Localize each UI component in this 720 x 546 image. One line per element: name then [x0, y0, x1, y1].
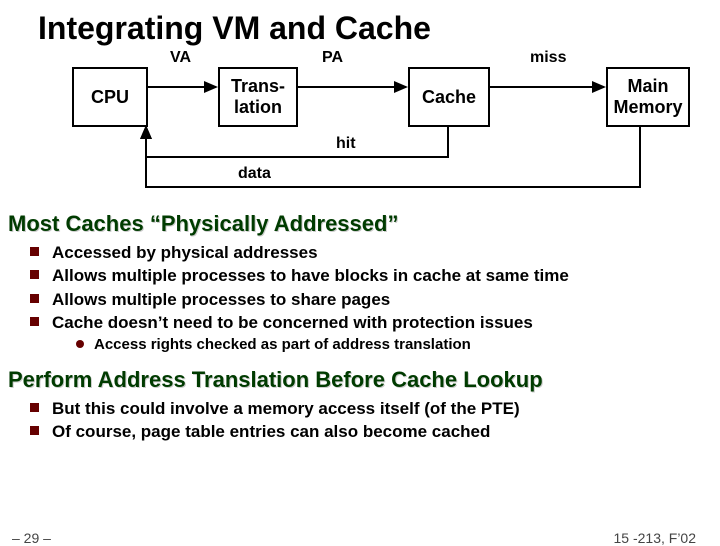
- section1-heading: Most Caches “Physically Addressed”: [0, 207, 720, 239]
- va-label: VA: [170, 49, 191, 67]
- cache-box: Cache: [408, 67, 490, 127]
- main-memory-box: Main Memory: [606, 67, 690, 127]
- course-label: 15 -213, F’02: [614, 530, 697, 546]
- list-item: Accessed by physical addresses: [30, 241, 720, 264]
- section2-heading: Perform Address Translation Before Cache…: [0, 363, 720, 395]
- miss-label: miss: [530, 49, 566, 67]
- translation-box: Trans- lation: [218, 67, 298, 127]
- hit-label: hit: [336, 135, 356, 153]
- section2-list: But this could involve a memory access i…: [30, 397, 720, 444]
- data-label: data: [238, 165, 271, 183]
- list-item: Allows multiple processes to share pages: [30, 288, 720, 311]
- list-item: Allows multiple processes to have blocks…: [30, 264, 720, 287]
- list-item: Access rights checked as part of address…: [76, 335, 720, 356]
- vm-cache-diagram: CPU Trans- lation Cache Main Memory VA P…: [0, 47, 720, 207]
- pa-label: PA: [322, 49, 343, 67]
- list-item: Of course, page table entries can also b…: [30, 420, 720, 443]
- section1-sublist: Access rights checked as part of address…: [76, 335, 720, 356]
- page-title: Integrating VM and Cache: [0, 0, 720, 47]
- slide-number: – 29 –: [12, 530, 51, 546]
- list-item: But this could involve a memory access i…: [30, 397, 720, 420]
- cpu-box: CPU: [72, 67, 148, 127]
- section1-list: Accessed by physical addresses Allows mu…: [30, 241, 720, 357]
- list-item: Cache doesn’t need to be concerned with …: [30, 311, 720, 357]
